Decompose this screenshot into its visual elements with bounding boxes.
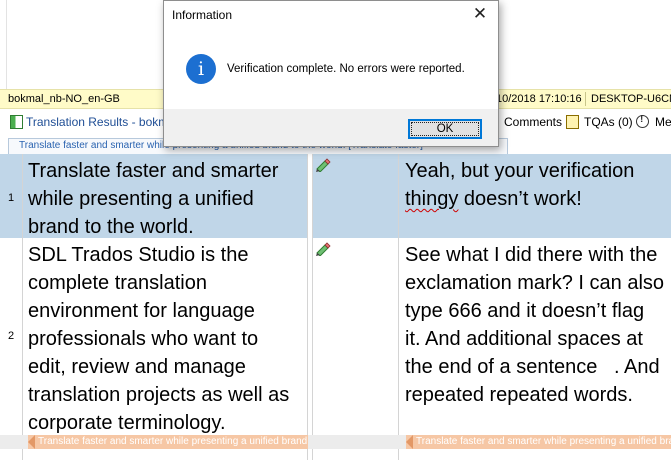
target-text-part: doesn’t work! <box>458 188 582 210</box>
editor-grid: 1 Translate faster and smarter while pre… <box>0 154 671 460</box>
segment-row[interactable]: 1 Translate faster and smarter while pre… <box>0 154 671 238</box>
messages-icon <box>636 114 649 128</box>
divider <box>22 154 23 460</box>
target-text[interactable]: See what I did there with the exclamatio… <box>398 238 671 412</box>
messages-tab[interactable]: Me <box>655 115 671 129</box>
dialog-footer: OK <box>164 109 498 146</box>
divider <box>312 154 313 460</box>
edited-status-icon <box>316 242 331 256</box>
dialog-message: Verification complete. No errors were re… <box>227 63 465 75</box>
target-context-tag[interactable]: Translate faster and smarter while prese… <box>406 435 671 449</box>
target-text[interactable]: Yeah, but your verification thingy doesn… <box>398 154 671 216</box>
translation-results-icon <box>10 115 23 129</box>
tqas-tab[interactable]: TQAs (0) <box>584 115 633 129</box>
comments-tab[interactable]: Comments <box>504 115 562 129</box>
ok-button[interactable]: OK <box>408 119 482 139</box>
segment-number: 2 <box>7 330 15 342</box>
context-tag-row: Translate faster and smarter while prese… <box>0 435 671 449</box>
divider <box>307 154 308 460</box>
info-icon: i <box>186 54 216 84</box>
target-text-part: Yeah, but your verification <box>405 160 635 182</box>
tqa-icon <box>566 115 579 129</box>
segment-row[interactable]: 2 SDL Trados Studio is the complete tran… <box>0 238 671 438</box>
information-dialog: Information ✕ i Verification complete. N… <box>163 0 499 147</box>
divider <box>398 154 399 460</box>
source-text: SDL Trados Studio is the complete transl… <box>28 244 290 434</box>
modified-datetime: 10/2018 17:10:16 <box>496 93 582 105</box>
source-text: Translate faster and smarter while prese… <box>28 160 279 238</box>
translation-results-tab[interactable]: Translation Results - bokm... <box>26 115 178 129</box>
divider <box>6 0 7 89</box>
close-icon[interactable]: ✕ <box>470 4 490 24</box>
divider <box>585 92 586 106</box>
source-context-tag[interactable]: Translate faster and smarter while prese… <box>28 435 308 449</box>
spelling-flagged-word: thingy <box>405 188 459 210</box>
language-pair: bokmal_nb-NO_en-GB <box>8 93 120 105</box>
edited-status-icon <box>316 158 331 172</box>
segment-number: 1 <box>7 192 15 204</box>
dialog-title: Information <box>172 8 233 22</box>
machine-name: DESKTOP-U6CM <box>591 93 671 105</box>
